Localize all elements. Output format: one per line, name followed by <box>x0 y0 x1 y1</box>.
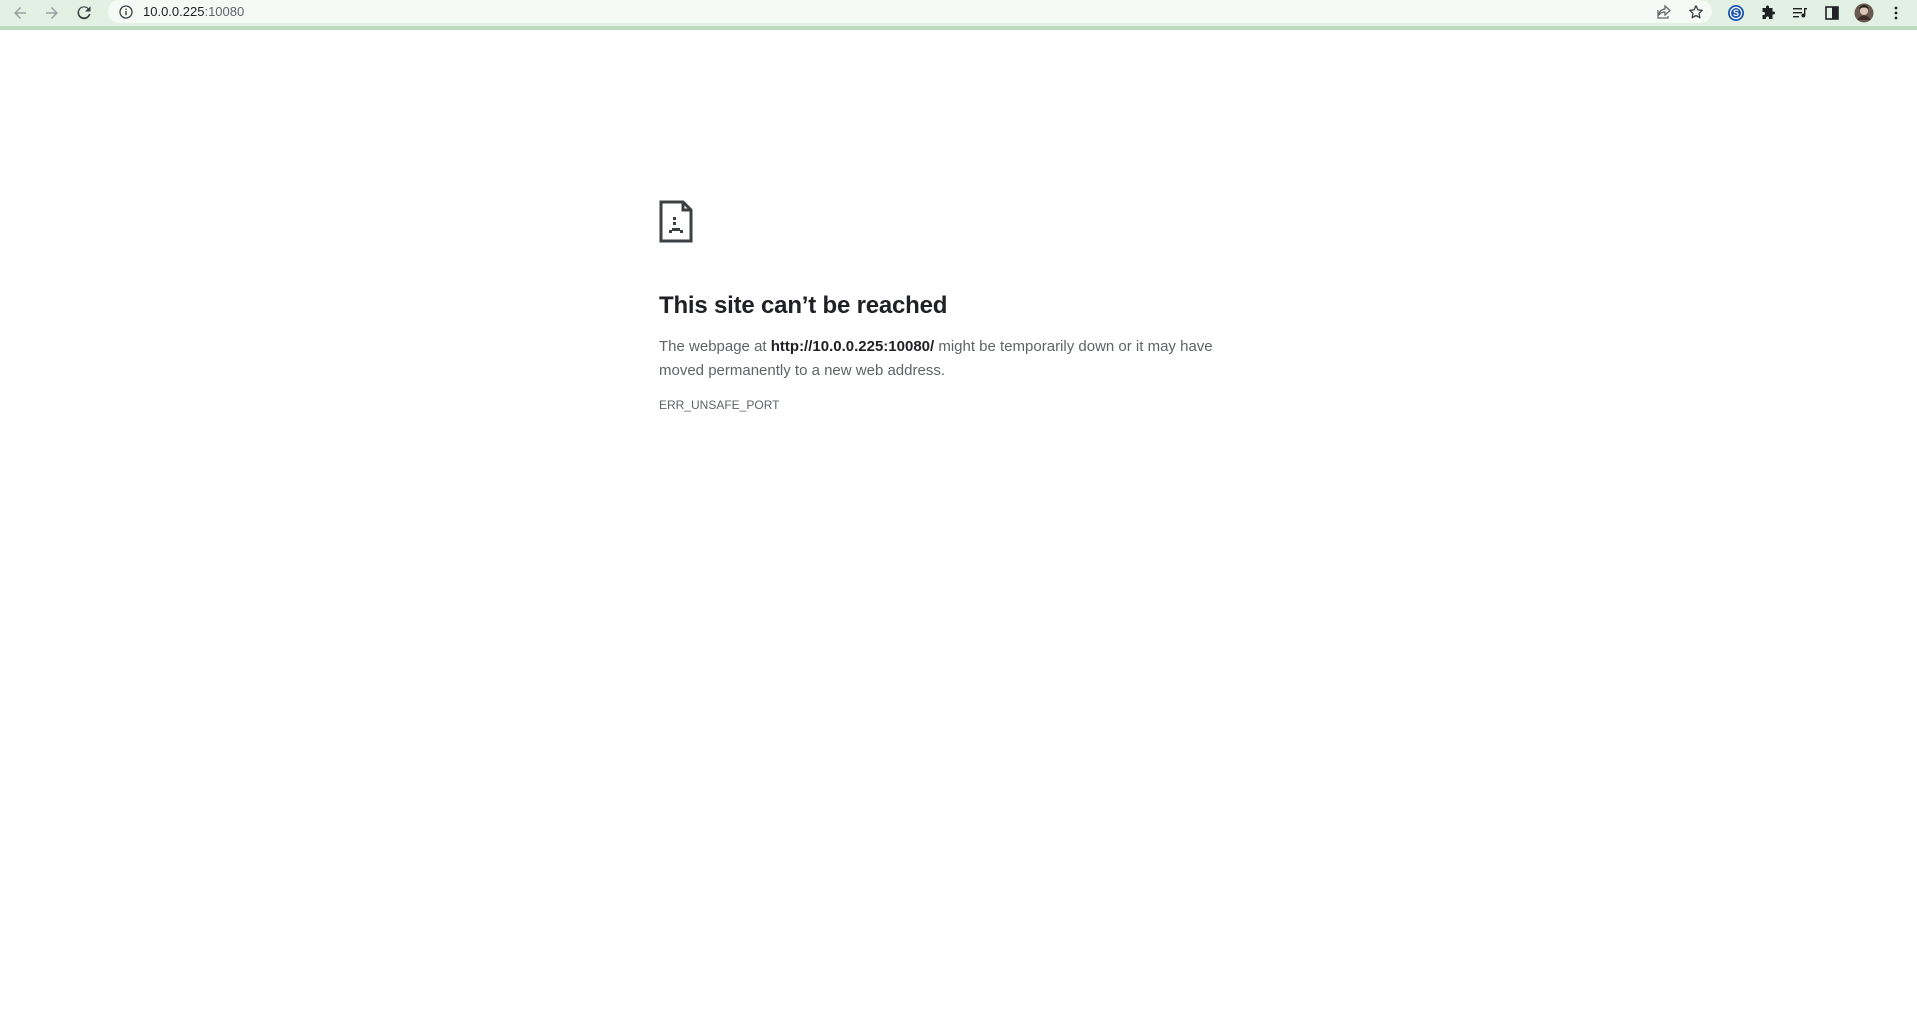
forward-button[interactable] <box>40 1 64 25</box>
share-icon[interactable] <box>1654 2 1674 22</box>
profile-avatar <box>1854 3 1874 23</box>
reload-icon <box>77 6 91 20</box>
reading-list-icon <box>1793 8 1807 18</box>
side-panel-icon <box>1825 6 1839 20</box>
reading-list-button[interactable] <box>1788 1 1812 25</box>
error-code: ERR_UNSAFE_PORT <box>659 398 780 412</box>
desc-url: http://10.0.0.225:10080/ <box>770 338 935 355</box>
menu-button[interactable] <box>1884 1 1908 25</box>
star-icon[interactable] <box>1686 2 1706 22</box>
url-port: :10080 <box>204 4 245 19</box>
error-description: The webpage at http://10.0.0.225:10080/ … <box>659 335 1259 383</box>
error-title: This site can’t be reached <box>659 292 948 319</box>
desc-prefix: The webpage at <box>659 338 771 355</box>
extensions-button[interactable] <box>1756 1 1780 25</box>
puzzle-icon <box>1762 5 1775 19</box>
side-panel-button[interactable] <box>1820 1 1844 25</box>
reload-button[interactable] <box>72 1 96 25</box>
browser-toolbar: 10.0.0.225:10080 S <box>0 0 1917 30</box>
forward-icon <box>46 7 58 19</box>
url-host: 10.0.0.225 <box>143 4 205 19</box>
address-bar[interactable]: 10.0.0.225:10080 <box>108 0 1712 23</box>
info-icon[interactable] <box>118 4 134 20</box>
extension-s-icon: S <box>1728 5 1744 21</box>
profile-button[interactable] <box>1852 1 1876 25</box>
menu-kebab-icon <box>1894 6 1898 20</box>
back-button[interactable] <box>8 1 32 25</box>
url-text: 10.0.0.225:10080 <box>143 4 244 19</box>
error-content: This site can’t be reached The webpage a… <box>659 200 1259 412</box>
back-icon <box>14 7 26 19</box>
extension-s-button[interactable]: S <box>1724 1 1748 25</box>
sad-page-icon <box>659 200 693 243</box>
svg-text:S: S <box>1733 8 1739 18</box>
